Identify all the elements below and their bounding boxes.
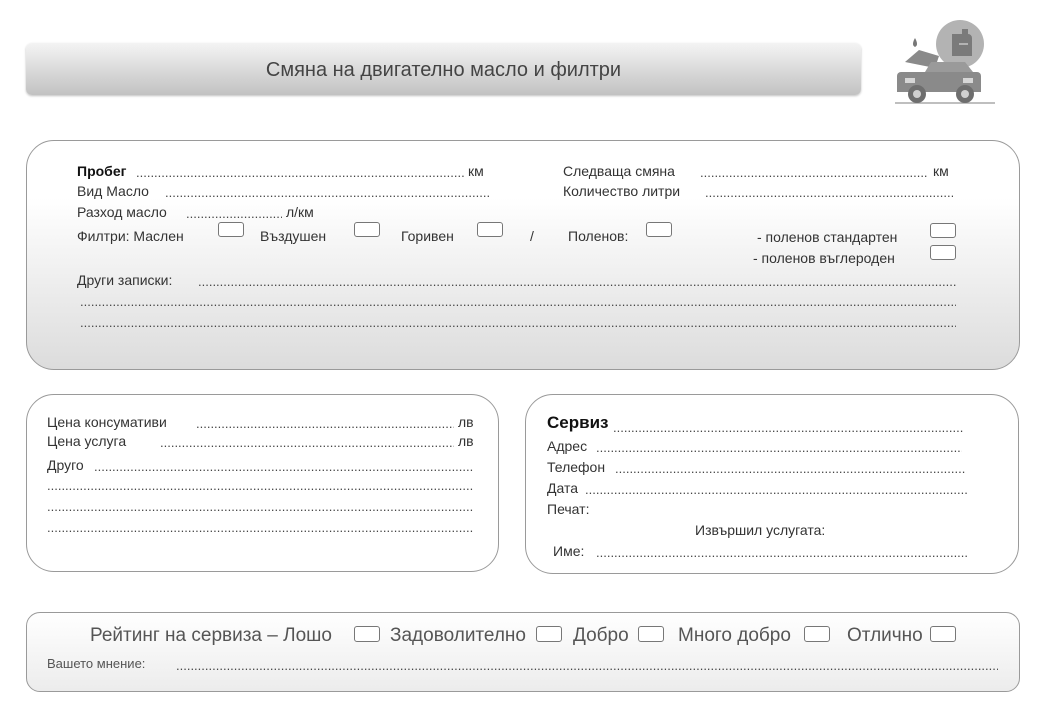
air-filter-label: Въздушен [260,228,327,244]
notes-line-2[interactable]: ........................................… [80,294,956,309]
other-line-4[interactable]: ........................................… [47,520,474,535]
rating-very-good-label: Много добро [678,625,791,646]
opinion-field[interactable]: ........................................… [176,658,998,673]
cabin-carbon-checkbox[interactable] [930,245,956,260]
form-title-bar: Смяна на двигателно масло и филтри [26,43,861,95]
cabin-filter-label: Поленов: [568,228,629,244]
fuel-filter-checkbox[interactable] [477,222,503,237]
other-field[interactable]: ........................................… [94,459,474,474]
rating-very-good-checkbox[interactable] [804,626,830,642]
oil-type-label: Вид Масло [77,183,149,199]
stamp-label: Печат: [547,501,590,517]
name-label: Име: [553,543,585,559]
other-line-3[interactable]: ........................................… [47,499,474,514]
name-field[interactable]: ........................................… [596,545,968,560]
next-change-unit: км [933,163,949,179]
phone-field[interactable]: ........................................… [615,461,965,476]
fuel-filter-label: Горивен [401,228,454,244]
opinion-label: Вашето мнение: [47,656,146,671]
consumption-field[interactable]: ........................................… [186,206,282,221]
service-price-unit: лв [458,433,474,449]
cabin-carbon-label: - поленов въглероден [753,250,895,266]
notes-label: Други записки: [77,272,173,288]
cabin-standard-label: - поленов стандартен [757,229,898,245]
oil-type-field[interactable]: ........................................… [165,185,490,200]
car-oil-icon [895,20,995,108]
service-name-field[interactable]: ........................................… [613,420,963,435]
date-field[interactable]: ........................................… [585,482,967,497]
rating-panel [26,612,1020,692]
rating-satisfactory-label: Задоволително [390,625,526,646]
rating-excellent-checkbox[interactable] [930,626,956,642]
other-line-2[interactable]: ........................................… [47,478,474,493]
filters-label: Филтри: Маслен [77,228,184,244]
consumption-label: Разход масло [77,204,167,220]
phone-label: Телефон [547,459,606,475]
cabin-filter-checkbox[interactable] [646,222,672,237]
notes-line-3[interactable]: ........................................… [80,315,956,330]
mileage-unit: км [468,163,484,179]
rating-label: Рейтинг на сервиза – Лошо [90,625,332,646]
mileage-label: Пробег [77,163,127,179]
consumables-unit: лв [458,414,474,430]
address-label: Адрес [547,438,588,454]
rating-satisfactory-checkbox[interactable] [536,626,562,642]
air-filter-checkbox[interactable] [354,222,380,237]
liters-label: Количество литри [563,183,681,199]
filter-separator: / [530,228,534,244]
rating-row: Рейтинг на сервиза – Лошо [90,625,332,647]
consumables-field[interactable]: ........................................… [196,416,454,431]
cabin-standard-checkbox[interactable] [930,223,956,238]
form-title: Смяна на двигателно масло и филтри [265,59,622,81]
next-change-label: Следваща смяна [563,163,675,179]
rating-good-checkbox[interactable] [638,626,664,642]
mileage-field[interactable]: ........................................… [136,165,464,180]
address-field[interactable]: ........................................… [596,440,962,455]
performed-by-label: Извършил услугата: [695,522,826,538]
rating-good-label: Добро [573,625,629,646]
consumption-unit: л/км [286,204,314,220]
service-price-label: Цена услуга [47,433,127,449]
rating-excellent-label: Отлично [847,625,923,646]
consumables-label: Цена консумативи [47,414,167,430]
oil-filter-checkbox[interactable] [218,222,244,237]
liters-field[interactable]: ........................................… [705,185,953,200]
notes-line-1[interactable]: ........................................… [198,274,956,289]
service-price-field[interactable]: ........................................… [160,435,454,450]
date-label: Дата [547,480,579,496]
rating-bad-checkbox[interactable] [354,626,380,642]
other-label: Друго [47,457,84,473]
next-change-field[interactable]: ........................................… [700,165,928,180]
service-title: Сервиз [547,413,609,432]
